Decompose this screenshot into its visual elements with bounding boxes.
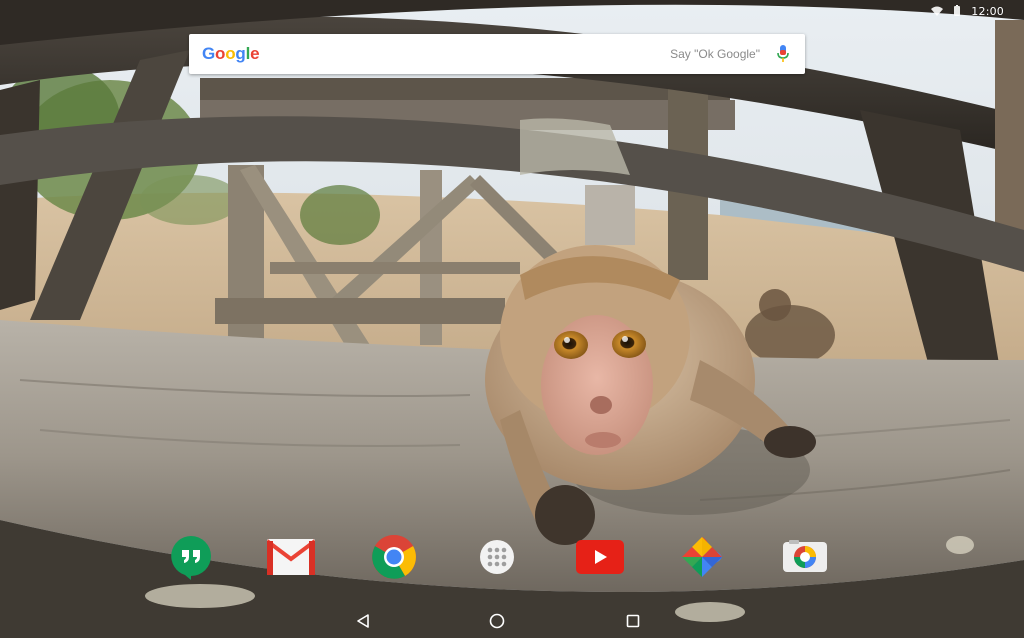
gmail-icon (267, 539, 315, 575)
navigation-bar (0, 606, 1024, 638)
recents-icon (626, 614, 640, 633)
photos-icon (680, 535, 724, 579)
battery-icon (951, 5, 963, 17)
status-bar: 12:00 (0, 0, 1024, 22)
google-search-bar[interactable]: G o o g l e Say "Ok Google" (189, 34, 805, 74)
logo-letter: o (225, 44, 236, 63)
chrome-icon (371, 534, 417, 580)
back-button[interactable] (353, 613, 373, 633)
app-dock (150, 534, 850, 580)
search-hint: Say "Ok Google" (670, 47, 760, 61)
home-icon (489, 613, 505, 634)
back-icon (356, 613, 370, 633)
logo-letter: o (215, 44, 226, 63)
recents-button[interactable] (623, 614, 643, 632)
youtube-icon (576, 540, 624, 574)
hangouts-app[interactable] (168, 534, 214, 580)
photos-app[interactable] (679, 534, 725, 580)
app-drawer-button[interactable] (474, 534, 520, 580)
logo-letter: g (235, 44, 246, 63)
chrome-app[interactable] (371, 534, 417, 580)
app-drawer-icon (479, 539, 515, 575)
camera-icon (783, 540, 827, 574)
google-logo: G o o g l e (202, 44, 260, 64)
gmail-app[interactable] (267, 534, 315, 580)
camera-app[interactable] (782, 534, 828, 580)
logo-letter: G (202, 44, 216, 63)
youtube-app[interactable] (576, 534, 624, 580)
status-time: 12:00 (971, 4, 1004, 18)
mic-icon[interactable] (775, 44, 791, 64)
wifi-icon (931, 5, 944, 17)
logo-letter: e (250, 44, 260, 63)
home-button[interactable] (487, 613, 507, 634)
hangouts-icon (169, 534, 213, 580)
